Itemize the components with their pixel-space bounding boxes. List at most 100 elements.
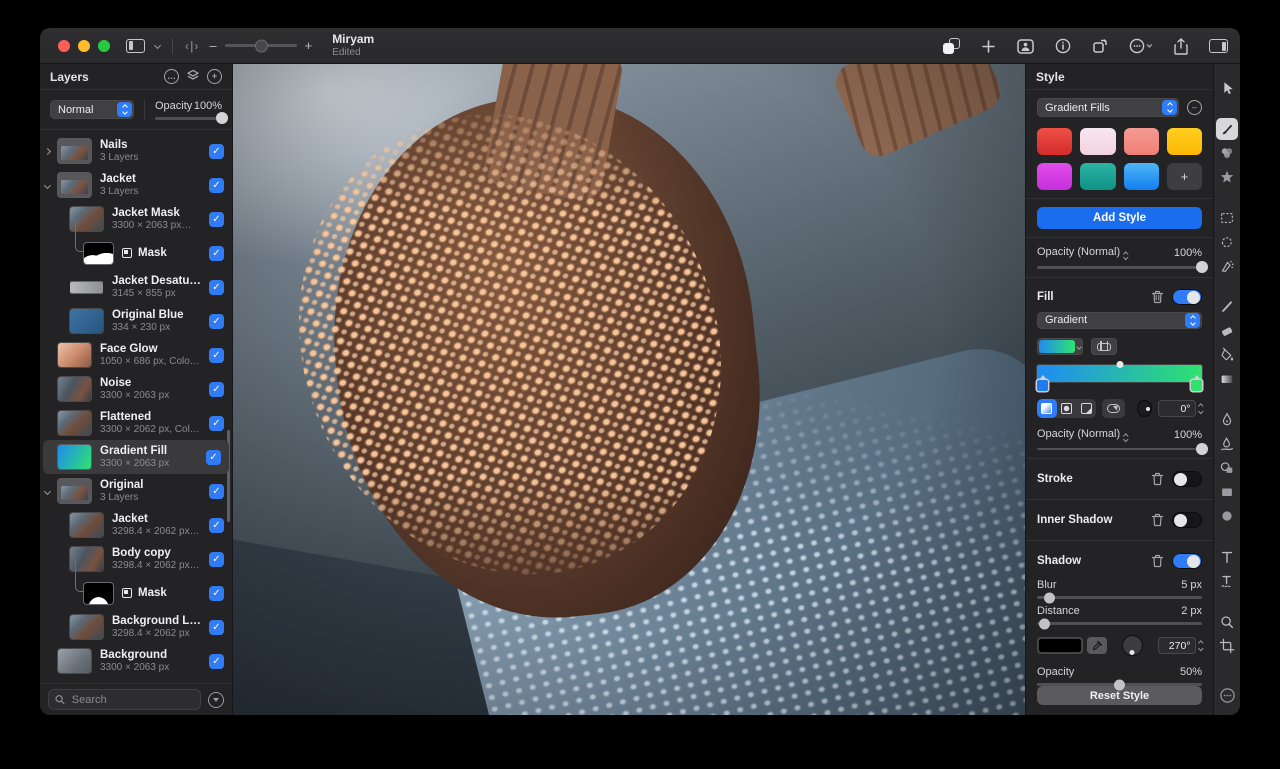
- fill-angle-dial[interactable]: [1137, 400, 1152, 417]
- remove-preset-icon[interactable]: –: [1187, 100, 1202, 115]
- layer-filter-icon[interactable]: [208, 692, 224, 708]
- shadow-distance-slider[interactable]: [1037, 622, 1202, 625]
- stroke-trash-icon[interactable]: [1151, 472, 1164, 486]
- gradient-swatch-blue[interactable]: [1124, 163, 1159, 190]
- gradient-swatch-yellow[interactable]: [1167, 128, 1202, 155]
- tool-ellipse-icon[interactable]: [1216, 505, 1238, 527]
- copy-style-icon[interactable]: [943, 38, 960, 54]
- zoom-slider[interactable]: [225, 44, 297, 47]
- layer-row-original-blue[interactable]: Original Blue334 × 230 px✓: [40, 304, 232, 338]
- layer-visibility-checkbox[interactable]: ✓: [209, 518, 224, 533]
- shadow-angle-input[interactable]: 270°: [1158, 637, 1196, 654]
- style-presets-dropdown[interactable]: Gradient Fills: [1037, 98, 1179, 117]
- fill-opacity-slider[interactable]: [1037, 448, 1202, 451]
- layer-visibility-checkbox[interactable]: ✓: [209, 314, 224, 329]
- more-tools-icon[interactable]: [1129, 38, 1153, 54]
- tools-more-icon[interactable]: [1216, 684, 1238, 706]
- layer-visibility-checkbox[interactable]: ✓: [209, 246, 224, 261]
- tool-freeform-pen-icon[interactable]: [1216, 433, 1238, 455]
- layer-row-mask-13[interactable]: Mask✓: [40, 576, 232, 610]
- add-swatch-button[interactable]: +: [1167, 163, 1202, 190]
- gradient-presets-button[interactable]: [1091, 338, 1117, 355]
- fill-type-dropdown[interactable]: Gradient: [1037, 312, 1202, 330]
- tool-paint-icon[interactable]: [1216, 296, 1238, 318]
- layer-visibility-checkbox[interactable]: ✓: [209, 178, 224, 193]
- layer-row-original[interactable]: Original3 Layers✓: [40, 474, 232, 508]
- expand-group-icon[interactable]: [45, 149, 50, 154]
- shadow-angle-stepper[interactable]: [1199, 641, 1203, 650]
- add-style-button[interactable]: Add Style: [1037, 207, 1202, 229]
- toggle-sidebar-icon[interactable]: [126, 39, 145, 53]
- tool-shape-icon[interactable]: [1216, 457, 1238, 479]
- zoom-in-button[interactable]: +: [305, 38, 313, 53]
- eyedropper-icon[interactable]: [1087, 637, 1107, 654]
- tool-pen-icon[interactable]: [1216, 409, 1238, 431]
- tool-rectangle-icon[interactable]: [1216, 481, 1238, 503]
- layer-row-body-copy[interactable]: Body copy3298.4 × 2062 pxMask✓: [40, 542, 232, 576]
- compare-view-icon[interactable]: ‹|›: [185, 39, 199, 53]
- shadow-color-well[interactable]: [1037, 637, 1083, 654]
- layer-row-mask-3[interactable]: Mask✓: [40, 236, 232, 270]
- layer-row-jacket-desaturated[interactable]: Jacket Desaturated3145 × 855 px✓: [40, 270, 232, 304]
- layer-row-face-glow[interactable]: Face Glow1050 × 686 px, Color Adjustme…✓: [40, 338, 232, 372]
- info-icon[interactable]: [1055, 38, 1071, 54]
- zoom-window-button[interactable]: [98, 40, 110, 52]
- gradient-swatch-dropdown[interactable]: [1037, 338, 1083, 355]
- shadow-angle-dial[interactable]: [1122, 635, 1143, 656]
- zoom-out-button[interactable]: –: [209, 38, 216, 53]
- titlebar[interactable]: ‹|› – + Miryam Edited: [40, 28, 1240, 64]
- tool-type-icon[interactable]: [1216, 546, 1238, 568]
- search-input[interactable]: [70, 693, 194, 707]
- tool-quick-selection-icon[interactable]: [1216, 255, 1238, 277]
- gradient-swatch-red[interactable]: [1037, 128, 1072, 155]
- gradient-swatch-salmon[interactable]: [1124, 128, 1159, 155]
- style-opacity-slider[interactable]: [1037, 266, 1202, 269]
- layers-more-icon[interactable]: …: [164, 69, 179, 84]
- gradient-type-angle-button[interactable]: [1077, 399, 1097, 418]
- toggle-right-sidebar-icon[interactable]: [1209, 39, 1228, 53]
- tool-warp-type-icon[interactable]: [1216, 570, 1238, 592]
- tool-arrange-icon[interactable]: [1216, 77, 1238, 99]
- inner-shadow-trash-icon[interactable]: [1151, 513, 1164, 527]
- blend-mode-dropdown[interactable]: Normal: [50, 100, 134, 119]
- add-layer-icon[interactable]: [981, 39, 996, 54]
- inner-shadow-toggle[interactable]: [1172, 512, 1202, 528]
- gradient-stop-blue[interactable]: [1037, 380, 1048, 391]
- fill-toggle[interactable]: [1172, 289, 1202, 305]
- layer-row-nails[interactable]: Nails3 Layers✓: [40, 134, 232, 168]
- tool-gradient-icon[interactable]: [1216, 368, 1238, 390]
- tool-style-icon[interactable]: [1216, 118, 1238, 140]
- layer-row-noise[interactable]: Noise3300 × 2063 px✓: [40, 372, 232, 406]
- close-window-button[interactable]: [58, 40, 70, 52]
- layer-visibility-checkbox[interactable]: ✓: [209, 382, 224, 397]
- sidebar-options-chevron-icon[interactable]: [155, 43, 160, 48]
- layer-visibility-checkbox[interactable]: ✓: [209, 552, 224, 567]
- tool-rect-selection-icon[interactable]: [1216, 207, 1238, 229]
- layer-visibility-checkbox[interactable]: ✓: [209, 416, 224, 431]
- tool-erase-icon[interactable]: [1216, 320, 1238, 342]
- tool-color-adjustments-icon[interactable]: [1216, 142, 1238, 164]
- gradient-midpoint-handle[interactable]: [1116, 361, 1123, 368]
- shadow-trash-icon[interactable]: [1151, 554, 1164, 568]
- layer-search-box[interactable]: [48, 689, 201, 710]
- layer-visibility-checkbox[interactable]: ✓: [209, 280, 224, 295]
- layer-visibility-checkbox[interactable]: ✓: [209, 620, 224, 635]
- gradient-swatch-blush[interactable]: [1080, 128, 1115, 155]
- shadow-toggle[interactable]: [1172, 553, 1202, 569]
- tool-free-selection-icon[interactable]: [1216, 231, 1238, 253]
- layer-row-jacket[interactable]: Jacket3298.4 × 2062 pxMask✓: [40, 508, 232, 542]
- tool-crop-icon[interactable]: [1216, 635, 1238, 657]
- shadow-opacity-slider[interactable]: [1037, 683, 1202, 686]
- collapse-group-icon[interactable]: [45, 183, 50, 188]
- share-icon[interactable]: [1174, 38, 1188, 55]
- gradient-type-linear-button[interactable]: [1037, 399, 1057, 418]
- gradient-swatch-teal[interactable]: [1080, 163, 1115, 190]
- tool-effects-icon[interactable]: [1216, 166, 1238, 188]
- layer-row-gradient-fill[interactable]: Gradient Fill3300 × 2063 px✓: [43, 440, 229, 474]
- gradient-stop-green[interactable]: [1191, 380, 1202, 391]
- layer-visibility-checkbox[interactable]: ✓: [209, 348, 224, 363]
- layer-visibility-checkbox[interactable]: ✓: [209, 484, 224, 499]
- layer-visibility-checkbox[interactable]: ✓: [206, 450, 221, 465]
- add-layer-circle-icon[interactable]: +: [207, 69, 222, 84]
- layer-row-jacket-mask[interactable]: Jacket Mask3300 × 2063 pxMask✓: [40, 202, 232, 236]
